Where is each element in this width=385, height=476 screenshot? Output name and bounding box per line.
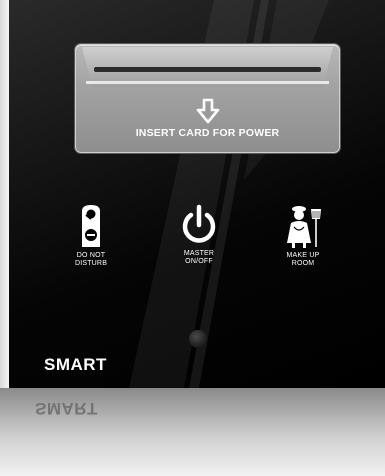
card-slot-opening[interactable] xyxy=(94,67,321,72)
door-hanger-icon xyxy=(82,205,100,247)
dnd-label-line2: DISTURB xyxy=(74,260,108,267)
control-panel: INSERT CARD FOR POWER DO NOT DISTURB MAS… xyxy=(9,0,385,388)
down-arrow-icon xyxy=(196,98,220,124)
master-label: MASTER ON/OFF xyxy=(159,250,239,266)
brand-logo: SMART xyxy=(44,355,107,374)
panel-reflection: SMART xyxy=(0,388,385,476)
panel-edge xyxy=(0,0,9,388)
dnd-label: DO NOT DISTURB xyxy=(51,252,131,268)
slot-divider xyxy=(86,81,329,84)
maid-icon xyxy=(287,206,321,248)
make-up-room-button[interactable]: MAKE UP ROOM xyxy=(263,203,343,268)
do-not-disturb-button[interactable]: DO NOT DISTURB xyxy=(51,203,131,268)
dnd-label-line1: DO NOT xyxy=(76,252,106,259)
brand-reflection: SMART xyxy=(35,399,98,418)
mur-label-line2: ROOM xyxy=(291,260,315,267)
make-up-room-label: MAKE UP ROOM xyxy=(263,252,343,268)
master-label-line2: ON/OFF xyxy=(185,258,213,265)
sensor-indicator xyxy=(189,330,207,348)
card-slot[interactable]: INSERT CARD FOR POWER xyxy=(75,44,340,153)
power-icon xyxy=(182,204,216,243)
master-power-button[interactable]: MASTER ON/OFF xyxy=(159,203,239,266)
mur-label-line1: MAKE UP xyxy=(286,252,320,259)
insert-card-label: INSERT CARD FOR POWER xyxy=(135,127,280,139)
master-label-line1: MASTER xyxy=(183,250,215,257)
